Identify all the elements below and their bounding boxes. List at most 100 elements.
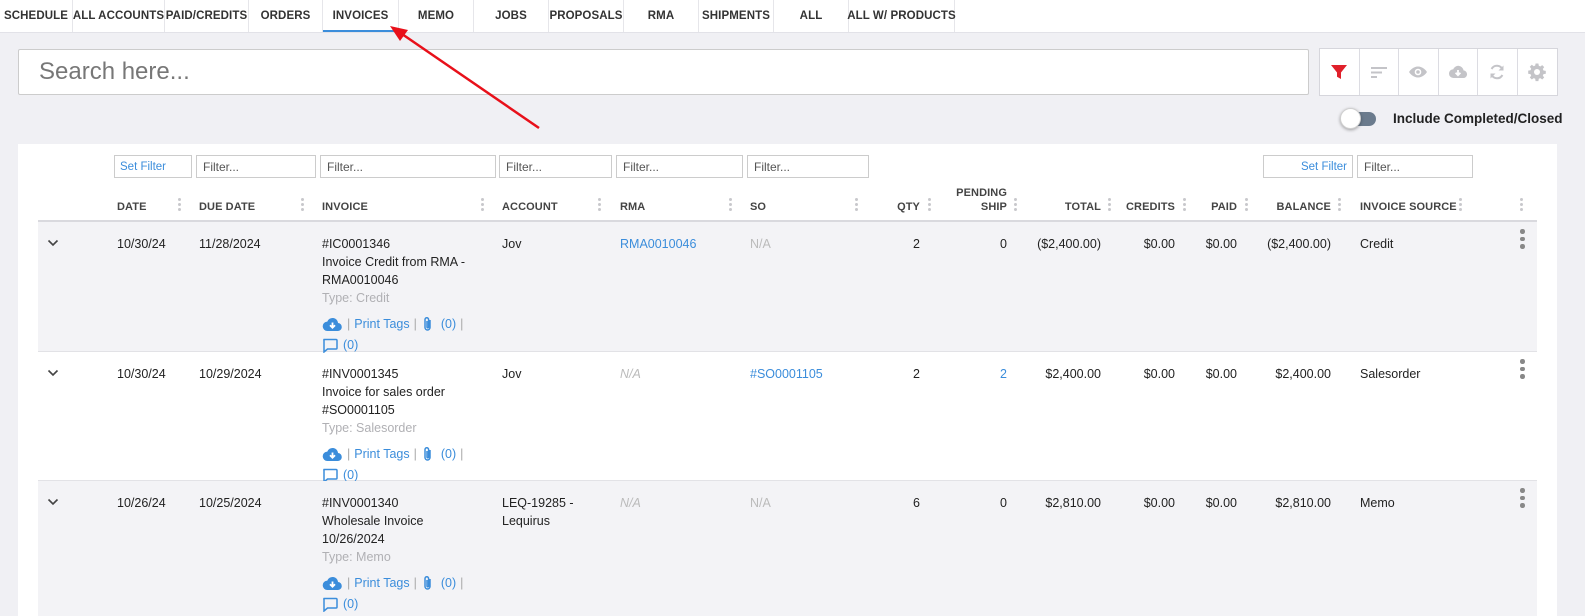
cell-invoice: #INV0001345 Invoice for sales order #SO0… [322,365,492,484]
col-total[interactable]: TOTAL [1031,200,1101,214]
col-pending-ship-line-1: PENDING [956,187,1007,199]
chevron-down-icon[interactable] [46,236,60,250]
eye-icon [1409,66,1428,78]
account-name-2: Lequirus [502,514,550,528]
invoice-number[interactable]: #INV0001345 [322,365,492,383]
separator: | [347,317,351,331]
tab-shipments[interactable]: SHIPMENTS [699,0,774,32]
chevron-down-icon[interactable] [46,495,60,509]
tab-paid-credits[interactable]: PAID/CREDITS [165,0,249,32]
cloud-download-icon[interactable] [322,316,343,332]
cell-so[interactable]: #SO0001105 [750,365,823,383]
invoice-number[interactable]: #IC0001346 [322,235,492,253]
invoice-actions: | Print Tags | (0) | [322,574,492,592]
attachment-count[interactable]: (0) [441,445,456,463]
row-menu-icon[interactable] [1520,229,1526,251]
tab-proposals[interactable]: PROPOSALS [549,0,624,32]
filter-button[interactable] [1320,49,1360,95]
table-row[interactable]: 10/26/24 10/25/2024 #INV0001340 Wholesal… [38,481,1537,616]
invoice-actions: | Print Tags | (0) | [322,315,492,333]
comment-count: (0) [343,597,359,611]
table-row[interactable]: 10/30/24 11/28/2024 #IC0001346 Invoice C… [38,222,1537,353]
filter-icon [1331,65,1348,79]
col-resize-handle[interactable] [1183,198,1187,214]
download-button[interactable] [1439,49,1478,95]
search-input[interactable] [18,49,1309,95]
print-tags-link[interactable]: Print Tags [354,315,409,333]
tab-schedule[interactable]: SCHEDULE [0,0,73,32]
table-row[interactable]: 10/30/24 10/29/2024 #INV0001345 Invoice … [38,352,1537,484]
print-tags-link[interactable]: Print Tags [354,574,409,592]
attachment-count[interactable]: (0) [441,315,456,333]
paperclip-icon[interactable] [421,316,435,332]
invoice-description: Invoice Credit from RMA - [322,255,466,269]
col-paid[interactable]: PAID [1195,200,1237,214]
row-menu-icon[interactable] [1520,359,1526,381]
col-resize-handle[interactable] [1459,198,1463,214]
cloud-download-icon[interactable] [322,575,343,591]
cloud-download-icon[interactable] [322,446,343,462]
col-resize-handle[interactable] [1014,198,1018,214]
separator: | [460,576,464,590]
col-resize-handle[interactable] [1245,198,1249,214]
col-balance[interactable]: BALANCE [1251,200,1331,214]
col-date[interactable]: DATE [117,200,147,214]
invoice-number[interactable]: #INV0001340 [322,494,492,512]
tab-all[interactable]: ALL [774,0,849,32]
col-resize-handle[interactable] [928,198,932,214]
include-completed-toggle[interactable] [1340,108,1376,129]
filter-rma[interactable] [616,155,743,178]
paperclip-icon[interactable] [421,446,435,462]
filter-so[interactable] [747,155,869,178]
invoice-description-2: 10/26/2024 [322,532,385,546]
filter-invoice-source[interactable] [1357,155,1473,178]
col-invoice-source[interactable]: INVOICE SOURCE [1360,200,1457,214]
paperclip-icon[interactable] [421,575,435,591]
tab-all-accounts[interactable]: ALL ACCOUNTS [73,0,165,32]
col-resize-handle[interactable] [855,198,859,214]
col-resize-handle[interactable] [1338,198,1342,214]
view-button[interactable] [1399,49,1439,95]
set-filter-balance-button[interactable]: Set Filter [1263,155,1353,178]
filter-due-date[interactable] [196,155,316,178]
col-qty[interactable]: QTY [878,200,920,214]
cell-rma[interactable]: RMA0010046 [620,235,696,253]
attachment-count[interactable]: (0) [441,574,456,592]
chevron-down-icon[interactable] [46,366,60,380]
col-rma[interactable]: RMA [620,200,645,214]
col-menu-handle[interactable] [1520,198,1524,214]
col-resize-handle[interactable] [481,198,485,214]
cell-pending-ship[interactable]: 2 [943,365,1007,383]
col-resize-handle[interactable] [178,198,182,214]
comment-icon [323,597,338,612]
settings-button[interactable] [1518,49,1558,95]
refresh-icon [1490,64,1504,80]
col-due-date[interactable]: DUE DATE [199,200,255,214]
include-completed-label: Include Completed/Closed [1393,110,1563,126]
filter-invoice[interactable] [320,155,496,178]
col-resize-handle[interactable] [301,198,305,214]
col-credits[interactable]: CREDITS [1115,200,1175,214]
filter-account[interactable] [499,155,612,178]
set-filter-date-button[interactable]: Set Filter [114,155,192,178]
col-resize-handle[interactable] [1108,198,1112,214]
tab-all-w-products[interactable]: ALL W/ PRODUCTS [847,0,956,32]
row-menu-icon[interactable] [1520,488,1526,510]
col-account[interactable]: ACCOUNT [502,200,558,214]
tab-rma[interactable]: RMA [624,0,699,32]
col-resize-handle[interactable] [598,198,602,214]
col-resize-handle[interactable] [729,198,733,214]
refresh-button[interactable] [1478,49,1518,95]
col-pending-ship[interactable]: PENDING SHIP [943,186,1007,214]
col-so[interactable]: SO [750,200,766,214]
tab-jobs[interactable]: JOBS [474,0,549,32]
print-tags-link[interactable]: Print Tags [354,445,409,463]
comments-link[interactable]: (0) [322,595,492,613]
cell-qty: 2 [913,237,920,251]
cell-credits: $0.00 [1143,367,1175,381]
tab-invoices[interactable]: INVOICES [323,0,399,32]
tab-memo[interactable]: MEMO [399,0,474,32]
tab-orders[interactable]: ORDERS [249,0,323,32]
col-invoice[interactable]: INVOICE [322,200,368,214]
sort-button[interactable] [1360,49,1399,95]
